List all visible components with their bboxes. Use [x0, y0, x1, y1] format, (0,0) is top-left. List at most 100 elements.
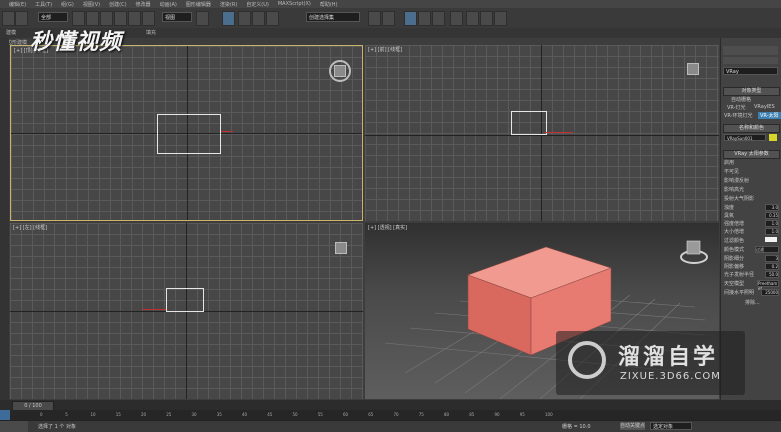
mini-curve-editor-icon[interactable] [0, 410, 10, 420]
mirror-icon[interactable] [368, 11, 381, 26]
layer-manager-icon[interactable] [404, 11, 417, 26]
renderer-dropdown[interactable]: VRay [723, 67, 778, 75]
render-production-icon[interactable] [494, 11, 507, 26]
param-label[interactable]: 投射大气阴影 [724, 195, 754, 202]
auto-grid-checkbox[interactable]: 自动栅格 [731, 96, 751, 103]
viewport-front-label[interactable]: [+] [前] [线框] [368, 46, 402, 53]
viewport-left[interactable]: [+] [左] [线框] [10, 223, 363, 399]
filter-color-swatch[interactable] [765, 237, 777, 242]
scale-icon[interactable] [142, 11, 155, 26]
viewcube-icon[interactable] [686, 240, 701, 255]
create-category-icons[interactable] [723, 57, 778, 64]
param-value[interactable]: 3.0 [765, 204, 779, 211]
logo-miaodong: 秒懂视频 [30, 30, 123, 55]
param-label: 阴影偏移 [724, 264, 745, 270]
rendered-frame-icon[interactable] [480, 11, 493, 26]
percent-snap-icon[interactable] [252, 11, 265, 26]
snap-toggle-icon[interactable] [222, 11, 235, 26]
angle-snap-icon[interactable] [238, 11, 251, 26]
selection-filter-dropdown[interactable]: 全部 [38, 12, 68, 22]
box-wireframe[interactable] [166, 288, 204, 312]
param-value[interactable]: 50.0 [765, 271, 779, 278]
menu-rendering[interactable]: 渲染(R) [220, 1, 237, 8]
param-label: 光子发射半径 [724, 272, 755, 278]
param-value[interactable]: 0.35 [765, 212, 779, 219]
unlink-icon[interactable] [15, 11, 28, 26]
param-value[interactable]: 25000 [761, 289, 779, 296]
viewcube-icon[interactable] [335, 242, 347, 254]
link-icon[interactable] [2, 11, 15, 26]
object-type-header[interactable]: 对象类型 [723, 87, 780, 96]
curve-editor-icon[interactable] [418, 11, 431, 26]
rotate-icon[interactable] [128, 11, 141, 26]
reference-coord-dropdown[interactable]: 视图 [162, 12, 192, 22]
render-setup-icon[interactable] [466, 11, 479, 26]
menu-maxscript[interactable]: MAXScript(X) [278, 1, 311, 7]
spinner-snap-icon[interactable] [266, 11, 279, 26]
object-color-swatch[interactable] [769, 134, 777, 141]
menu-views[interactable]: 视图(V) [83, 1, 100, 8]
sky-model-dropdown[interactable]: Preetham et [757, 280, 779, 291]
menu-help[interactable]: 帮助(H) [320, 1, 338, 8]
param-label[interactable]: 不可见 [724, 168, 739, 175]
track-bar-tick-label: 30 [191, 412, 197, 417]
key-filter-dropdown[interactable]: 选定对象 [650, 422, 692, 430]
ribbon-tab-modeling[interactable]: 建模 [6, 29, 16, 36]
track-bar-tick-label: 85 [469, 412, 475, 417]
vr-light-button[interactable]: VR-灯光 [727, 104, 746, 111]
param-label: 大小倍增 [724, 229, 745, 235]
time-slider[interactable]: 0 / 100 [0, 400, 781, 411]
viewcube-icon[interactable] [334, 65, 346, 77]
align-icon[interactable] [382, 11, 395, 26]
param-value[interactable]: 1.0 [765, 228, 779, 235]
grid-size-text: 栅格 = 10.0 [562, 424, 591, 430]
exclude-button[interactable]: 排除... [745, 299, 760, 306]
ribbon-tab-populate[interactable]: 填充 [146, 29, 156, 36]
viewport-front[interactable]: [+] [前] [线框] [365, 45, 719, 221]
menu-create[interactable]: 创建(C) [109, 1, 126, 8]
auto-key-button[interactable]: 自动关键点 [620, 422, 645, 430]
command-panel-tabs[interactable] [723, 46, 778, 55]
viewport-left-label[interactable]: [+] [左] [线框] [13, 224, 47, 231]
box-wireframe[interactable] [511, 111, 547, 135]
named-selection-dropdown[interactable]: 创建选择集 [306, 12, 360, 22]
watermark-url: ZIXUE.3D66.COM [620, 371, 721, 382]
menu-edit[interactable]: 编辑(E) [9, 1, 26, 8]
param-value[interactable]: 1.0 [765, 220, 779, 227]
param-label[interactable]: 影响漫反射 [724, 177, 749, 184]
pivot-center-icon[interactable] [196, 11, 209, 26]
menu-tools[interactable]: 工具(T) [35, 1, 52, 8]
sun-params-header[interactable]: VRay 太阳参数 [723, 150, 780, 159]
world-axis-h [365, 135, 719, 136]
menu-animation[interactable]: 动画(A) [160, 1, 177, 8]
gizmo-x-axis [142, 309, 166, 310]
vr-env-light-button[interactable]: VR-环境灯光 [724, 112, 753, 119]
menu-customize[interactable]: 自定义(U) [246, 1, 269, 8]
param-label: 间接水平照明 [724, 290, 755, 296]
track-bar[interactable]: 0 5 10 15 20 25 30 35 40 45 50 55 60 65 70 75 80 85 90 95 10… [0, 410, 781, 420]
track-bar-tick-label: 15 [115, 412, 121, 417]
menu-graph-editors[interactable]: 图形编辑器 [186, 1, 211, 8]
object-name-field[interactable]: VRaySun001 [724, 134, 766, 141]
param-label: 天空模型 [724, 281, 745, 287]
vr-sun-button[interactable]: VR-太阳 [758, 112, 781, 119]
param-label: 颜色模式 [724, 247, 745, 253]
param-label[interactable]: 启用 [724, 159, 734, 166]
param-label: 浊度 [724, 205, 735, 211]
viewcube-icon[interactable] [687, 63, 699, 75]
box-wireframe[interactable] [157, 114, 221, 154]
menu-group[interactable]: 组(G) [61, 1, 74, 8]
maxscript-listener[interactable] [0, 421, 28, 432]
gizmo-x-axis [545, 132, 573, 133]
param-label[interactable]: 影响高光 [724, 186, 744, 193]
param-value[interactable]: 3 [765, 255, 779, 262]
viewport-top[interactable]: [+] [顶] [线框] [10, 45, 363, 221]
schematic-view-icon[interactable] [432, 11, 445, 26]
name-color-header[interactable]: 名称和颜色 [723, 124, 780, 133]
track-bar-tick-label: 40 [242, 412, 248, 417]
material-editor-icon[interactable] [450, 11, 463, 26]
menu-modifiers[interactable]: 修改器 [136, 1, 151, 8]
color-mode-dropdown[interactable]: 过滤 [755, 246, 779, 253]
vray-ies-button[interactable]: VRayIES [754, 104, 775, 110]
param-value[interactable]: 0.2 [765, 263, 779, 270]
